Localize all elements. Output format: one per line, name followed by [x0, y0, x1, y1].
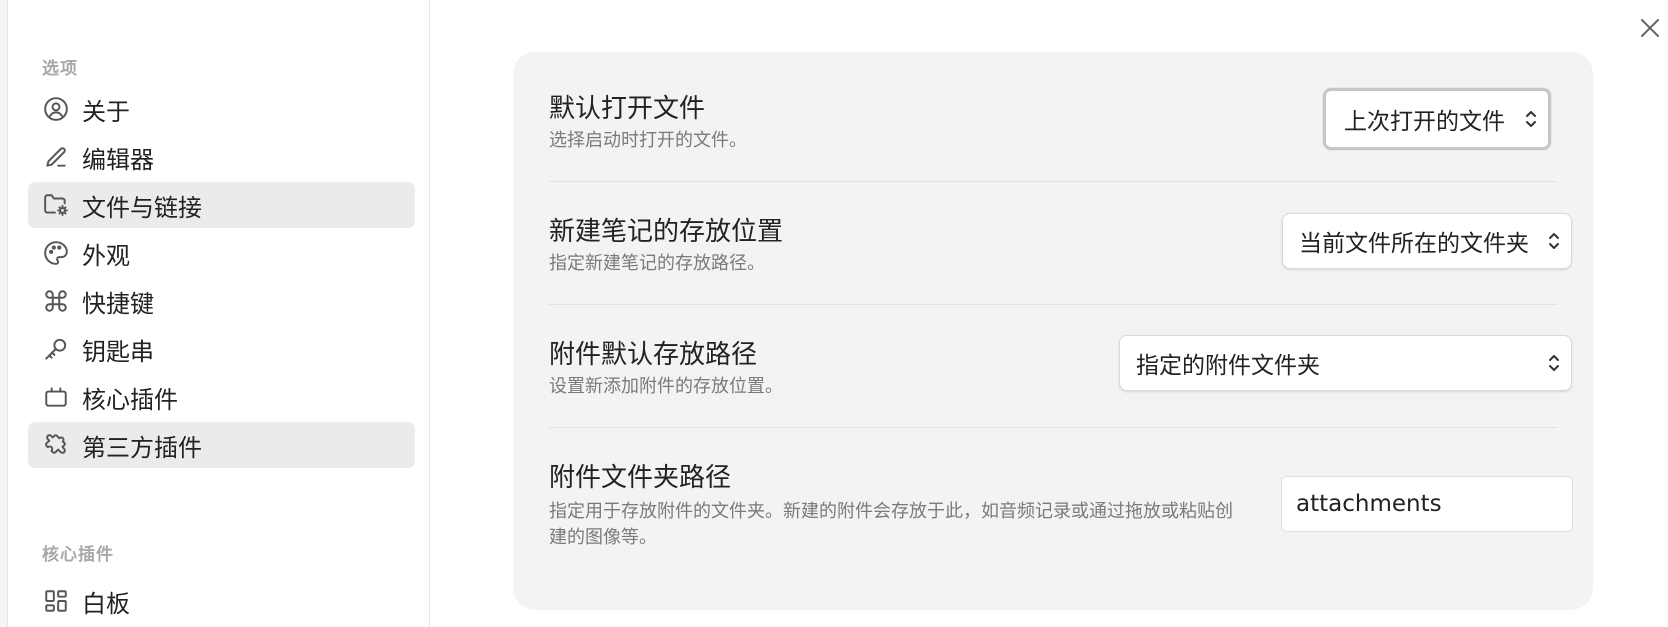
- setting-description: 指定用于存放附件的文件夹。新建的附件会存放于此，如音频记录或通过拖放或粘贴创建的…: [549, 501, 1233, 548]
- close-button[interactable]: [1636, 14, 1664, 42]
- sidebar-item-files-links[interactable]: 文件与链接: [28, 182, 415, 228]
- setting-title: 默认打开文件: [549, 94, 706, 124]
- sidebar-item-editor[interactable]: 编辑器: [28, 134, 415, 180]
- attachment-location-select[interactable]: 指定的附件文件夹: [1119, 335, 1572, 391]
- setting-title: 附件默认存放路径: [549, 340, 758, 370]
- section-header-core-plugins: 核心插件: [42, 545, 114, 565]
- sidebar-item-label: 外观: [82, 241, 130, 270]
- section-header-options: 选项: [42, 59, 78, 79]
- sidebar-item-label: 文件与链接: [82, 193, 202, 222]
- sidebar-item-core-plugins[interactable]: 核心插件: [28, 374, 415, 420]
- settings-sidebar: 选项 关于 编辑器 文件与链接 外观 快捷键 钥匙串 核心插件 第三方插件 核心…: [8, 0, 430, 627]
- chevron-up-down-icon: [1547, 352, 1561, 374]
- setting-new-note-location: 新建笔记的存放位置 指定新建笔记的存放路径。 当前文件所在的文件夹: [549, 183, 1572, 305]
- sidebar-item-label: 第三方插件: [82, 433, 202, 462]
- window-edge: [0, 0, 8, 627]
- attachment-folder-path-input[interactable]: [1281, 476, 1573, 532]
- sidebar-item-label: 核心插件: [82, 385, 178, 414]
- puzzle-icon: [42, 431, 70, 459]
- close-icon: [1641, 19, 1659, 37]
- layout-dashboard-icon: [42, 587, 70, 615]
- sidebar-item-canvas[interactable]: 白板: [28, 578, 415, 624]
- select-value: 指定的附件文件夹: [1136, 353, 1320, 379]
- setting-description: 设置新添加附件的存放位置。: [549, 376, 783, 397]
- setting-attachment-location: 附件默认存放路径 设置新添加附件的存放位置。 指定的附件文件夹: [549, 306, 1572, 428]
- pencil-icon: [42, 143, 70, 171]
- sidebar-item-about[interactable]: 关于: [28, 86, 415, 132]
- settings-window: 选项 关于 编辑器 文件与链接 外观 快捷键 钥匙串 核心插件 第三方插件 核心…: [0, 0, 1668, 627]
- sidebar-item-hotkeys[interactable]: 快捷键: [28, 278, 415, 324]
- sidebar-item-label: 白板: [82, 589, 130, 618]
- folder-cog-icon: [42, 191, 70, 219]
- sidebar-item-label: 关于: [82, 97, 130, 126]
- command-icon: [42, 287, 70, 315]
- setting-title: 附件文件夹路径: [549, 463, 732, 493]
- sidebar-item-community-plugins[interactable]: 第三方插件: [28, 422, 415, 468]
- setting-description: 指定新建笔记的存放路径。: [549, 253, 765, 274]
- chevron-up-down-icon: [1524, 108, 1538, 130]
- select-value: 当前文件所在的文件夹: [1299, 231, 1529, 257]
- sidebar-item-keychain[interactable]: 钥匙串: [28, 326, 415, 372]
- sidebar-item-label: 快捷键: [82, 289, 154, 318]
- select-value: 上次打开的文件: [1344, 109, 1505, 135]
- palette-icon: [42, 239, 70, 267]
- default-file-select[interactable]: 上次打开的文件: [1323, 88, 1551, 150]
- settings-panel: 默认打开文件 选择启动时打开的文件。 上次打开的文件 新建笔记的存放位置 指定新…: [513, 52, 1593, 610]
- setting-title: 新建笔记的存放位置: [549, 217, 784, 247]
- chevron-up-down-icon: [1547, 230, 1561, 252]
- setting-description: 选择启动时打开的文件。: [549, 130, 747, 151]
- key-icon: [42, 335, 70, 363]
- setting-attachment-folder-path: 附件文件夹路径 指定用于存放附件的文件夹。新建的附件会存放于此，如音频记录或通过…: [549, 429, 1573, 589]
- new-note-location-select[interactable]: 当前文件所在的文件夹: [1282, 213, 1572, 269]
- sidebar-item-label: 钥匙串: [82, 337, 154, 366]
- sidebar-item-appearance[interactable]: 外观: [28, 230, 415, 276]
- user-circle-icon: [42, 95, 70, 123]
- setting-default-file: 默认打开文件 选择启动时打开的文件。 上次打开的文件: [549, 52, 1557, 182]
- plugin-box-icon: [42, 383, 70, 411]
- sidebar-item-label: 编辑器: [82, 145, 154, 174]
